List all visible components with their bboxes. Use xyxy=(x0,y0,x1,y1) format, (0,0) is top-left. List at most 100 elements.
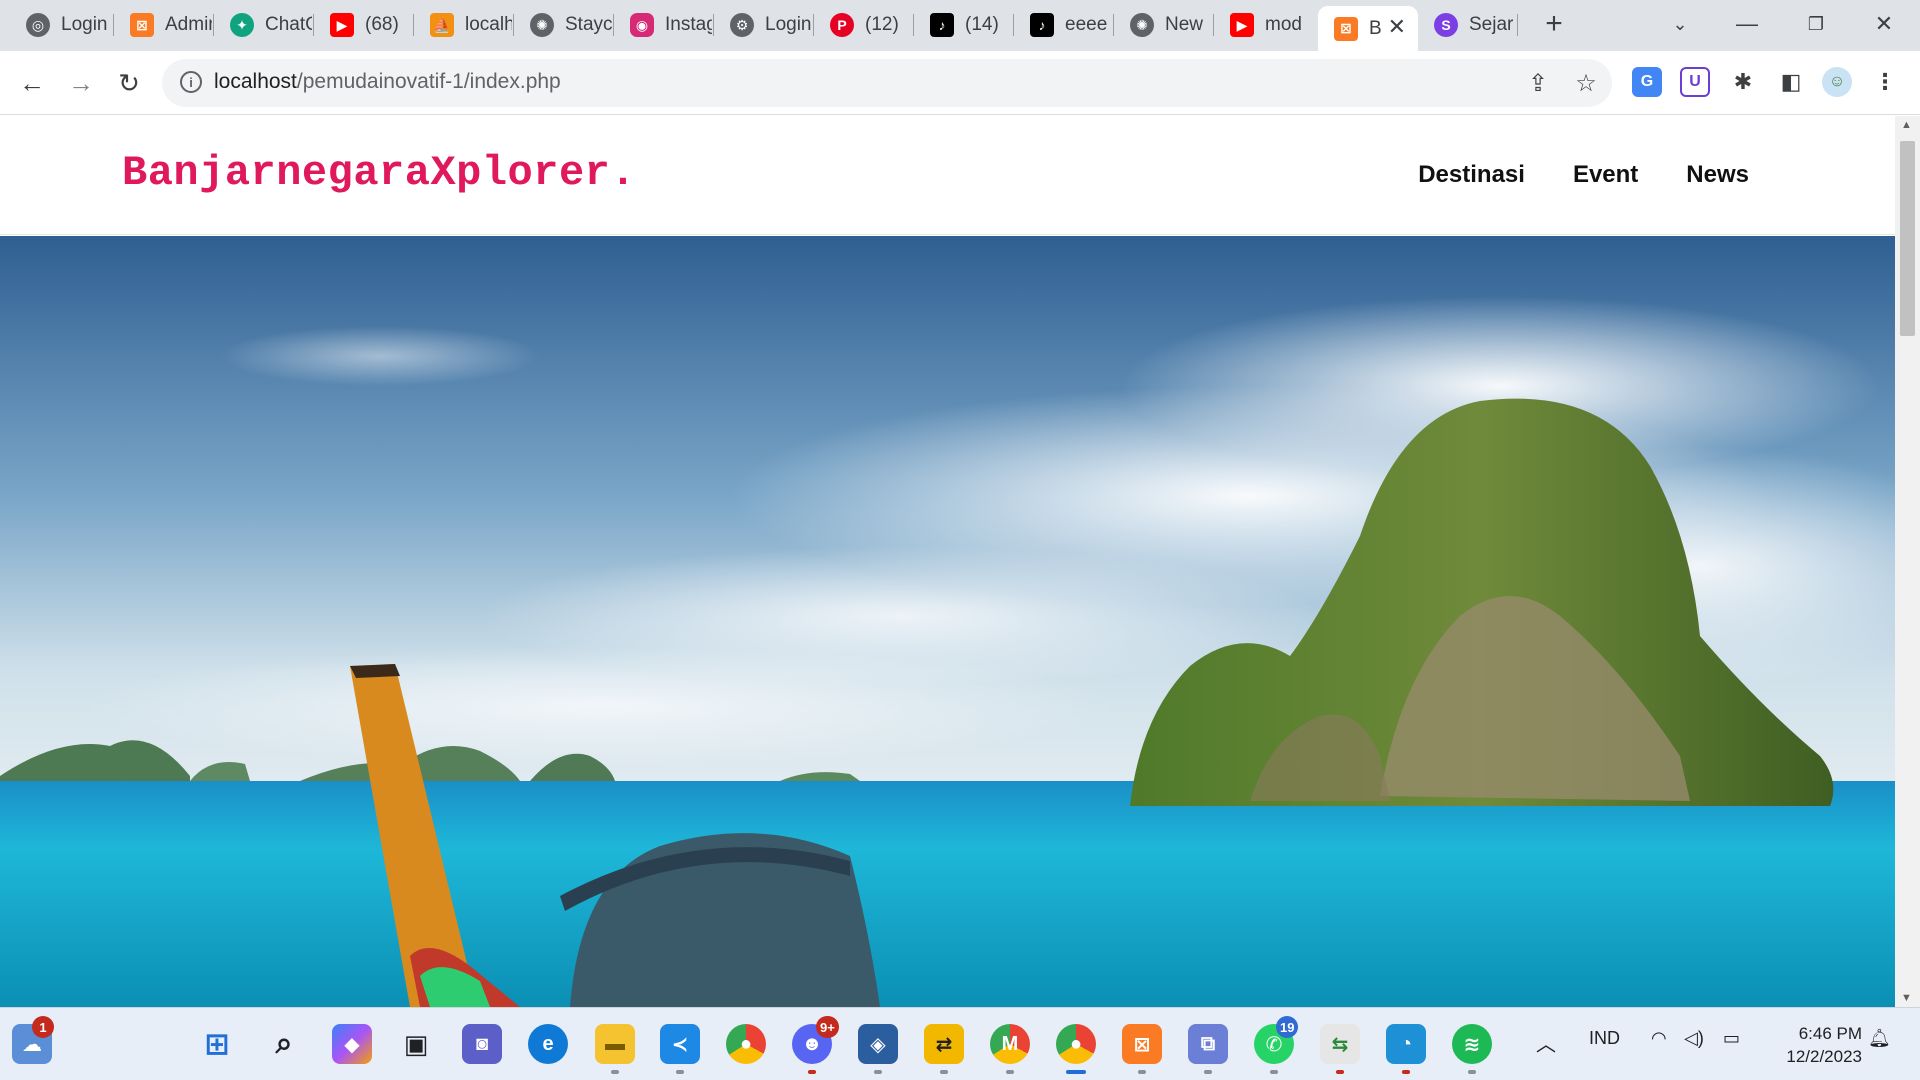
spotify-icon[interactable]: ≋ xyxy=(1452,1024,1492,1064)
tab-title: eeee xyxy=(1065,14,1108,35)
tab-title: (12) xyxy=(865,14,899,35)
page-viewport: BanjarnegaraXplorer. Destinasi Event New… xyxy=(0,116,1895,1007)
xampp-icon: ⊠ xyxy=(130,13,154,37)
globe-icon: ✺ xyxy=(1130,13,1154,37)
xampp-taskbar-icon[interactable]: ⊠ xyxy=(1122,1024,1162,1064)
browser-tab[interactable]: ✺ Stayc xyxy=(514,6,612,44)
s-logo-icon: S xyxy=(1434,13,1458,37)
tab-title: mod xyxy=(1265,14,1302,35)
google-translate-icon[interactable]: G xyxy=(1632,67,1662,97)
url-host: localhost xyxy=(214,70,297,93)
edge-icon[interactable]: e xyxy=(528,1024,568,1064)
battery-icon[interactable]: ▭ xyxy=(1723,1028,1740,1049)
nav-link-news[interactable]: News xyxy=(1686,161,1749,189)
notification-bell-icon[interactable]: 🔔︎ xyxy=(1868,1028,1891,1049)
browser-tab[interactable]: ⛵ localhost xyxy=(414,6,512,44)
url-text[interactable]: localhost/pemudainovatif-1/index.php xyxy=(214,70,561,94)
scrollbar-thumb[interactable] xyxy=(1900,141,1915,336)
reload-button[interactable]: ↻ xyxy=(109,63,149,103)
browser-tab[interactable]: P (12) xyxy=(814,6,912,44)
search-icon[interactable]: ⌕ xyxy=(264,1024,304,1064)
show-hidden-icons-chevron-icon[interactable]: ︿ xyxy=(1536,1028,1556,1057)
whatsapp-badge: 19 xyxy=(1276,1016,1299,1038)
tab-title: New xyxy=(1165,14,1204,35)
youtube-icon: ▶ xyxy=(1230,13,1254,37)
chrome-icon[interactable]: ● xyxy=(726,1024,766,1064)
close-window-button[interactable]: ✕ xyxy=(1864,6,1904,42)
browser-tab[interactable]: ◎ Login xyxy=(10,6,110,44)
browser-tab[interactable]: ⊠ Admin xyxy=(114,6,212,44)
bookmark-star-icon[interactable]: ☆ xyxy=(1572,69,1600,97)
back-button[interactable]: ← xyxy=(12,63,52,103)
widgets-badge: 1 xyxy=(32,1016,54,1038)
browser-tab[interactable]: ▶ (68) xyxy=(314,6,412,44)
site-header: BanjarnegaraXplorer. Destinasi Event New… xyxy=(0,116,1895,235)
nav-link-event[interactable]: Event xyxy=(1573,161,1638,189)
phpmyadmin-icon: ⛵ xyxy=(430,13,454,37)
virtualbox-icon[interactable]: ◈ xyxy=(858,1024,898,1064)
teams-icon[interactable]: ◙ xyxy=(462,1024,502,1064)
start-windows-icon[interactable]: ⊞ xyxy=(197,1024,237,1064)
chatgpt-icon: ✦ xyxy=(230,13,254,37)
browser-tab[interactable]: ◉ Instagram xyxy=(614,6,712,44)
windows-taskbar: ☁ 1 ⊞ ⌕ ◆ ▣ ◙ e ▬ ≺ ● ☻ 9+ ◈ ⇄ M ● ⊠ ⧉ ✆… xyxy=(0,1007,1920,1080)
wifi-icon[interactable]: ◠ xyxy=(1651,1028,1667,1049)
browser-tab[interactable]: ✦ ChatGPT xyxy=(214,6,312,44)
browser-toolbar: ← → ↻ i localhost/pemudainovatif-1/index… xyxy=(0,51,1920,115)
file-explorer-icon[interactable]: ▬ xyxy=(595,1024,635,1064)
browser-tab[interactable]: ▶ mod xyxy=(1214,6,1312,44)
tiktok-icon: ♪ xyxy=(930,13,954,37)
instagram-icon: ◉ xyxy=(630,13,654,37)
globe-icon: ✺ xyxy=(530,13,554,37)
chrome-menu-icon[interactable]: ⋮ xyxy=(1870,67,1900,97)
browser-tab[interactable]: ⚙ Login xyxy=(714,6,812,44)
browser-tab-active[interactable]: ⊠ B ✕ xyxy=(1318,6,1418,51)
tab-title: (68) xyxy=(365,14,399,35)
address-bar[interactable]: i localhost/pemudainovatif-1/index.php ⇪… xyxy=(162,59,1612,107)
vscode-icon[interactable]: ≺ xyxy=(660,1024,700,1064)
hero-image xyxy=(0,236,1895,1007)
site-info-icon[interactable]: i xyxy=(180,71,202,93)
task-view-icon[interactable]: ▣ xyxy=(396,1024,436,1064)
network-app-icon[interactable]: ⧉ xyxy=(1188,1024,1228,1064)
extension-u-icon[interactable]: U xyxy=(1680,67,1710,97)
winscp-icon[interactable]: ⇄ xyxy=(924,1024,964,1064)
tab-search-icon[interactable]: ⌄ xyxy=(1660,6,1700,42)
input-language[interactable]: IND xyxy=(1589,1028,1620,1049)
site-nav: Destinasi Event News xyxy=(1418,161,1749,189)
browser-tab[interactable]: ♪ (14) xyxy=(914,6,1012,44)
scroll-down-arrow-icon[interactable]: ▼ xyxy=(1901,992,1912,1004)
forward-button[interactable]: → xyxy=(61,63,101,103)
tab-title: ChatGPT xyxy=(265,14,312,35)
tab-title: Login xyxy=(61,14,108,35)
new-tab-button[interactable]: + xyxy=(1536,6,1572,42)
tab-title: Admin xyxy=(165,14,212,35)
side-panel-icon[interactable]: ◧ xyxy=(1776,67,1806,97)
browser-tab[interactable]: ♪ eeee xyxy=(1014,6,1112,44)
volume-icon[interactable]: ◁) xyxy=(1684,1028,1704,1049)
nav-link-destinasi[interactable]: Destinasi xyxy=(1418,161,1525,189)
tab-title: (14) xyxy=(965,14,999,35)
snipping-tool-icon[interactable]: ◔ xyxy=(1386,1024,1426,1064)
browser-tab[interactable]: ✺ New xyxy=(1114,6,1212,44)
discord-badge: 9+ xyxy=(816,1016,839,1038)
browser-tab[interactable]: S Sejar xyxy=(1418,6,1516,44)
chrome-active-icon[interactable]: ● xyxy=(1056,1024,1096,1064)
site-brand-logo[interactable]: BanjarnegaraXplorer. xyxy=(122,149,636,197)
profile-avatar[interactable]: ☺ xyxy=(1822,67,1852,97)
tab-title: Login xyxy=(765,14,812,35)
restore-button[interactable]: ❐ xyxy=(1796,6,1836,42)
share-icon[interactable]: ⇪ xyxy=(1524,69,1552,97)
extensions-puzzle-icon[interactable]: ✱ xyxy=(1728,67,1758,97)
chrome-profile-m-icon[interactable]: M xyxy=(990,1024,1030,1064)
scroll-up-arrow-icon[interactable]: ▲ xyxy=(1901,119,1912,131)
system-clock[interactable]: 6:46 PM 12/2/2023 xyxy=(1762,1022,1862,1068)
copilot-icon[interactable]: ◆ xyxy=(332,1024,372,1064)
file-transfer-icon[interactable]: ⇆ xyxy=(1320,1024,1360,1064)
minimize-button[interactable]: — xyxy=(1727,6,1767,42)
pinterest-icon: P xyxy=(830,13,854,37)
page-scrollbar[interactable]: ▲ ▼ xyxy=(1895,116,1920,1007)
tab-title: localhost xyxy=(465,14,512,35)
tab-title: Sejar xyxy=(1469,14,1514,35)
close-tab-icon[interactable]: ✕ xyxy=(1388,14,1406,40)
